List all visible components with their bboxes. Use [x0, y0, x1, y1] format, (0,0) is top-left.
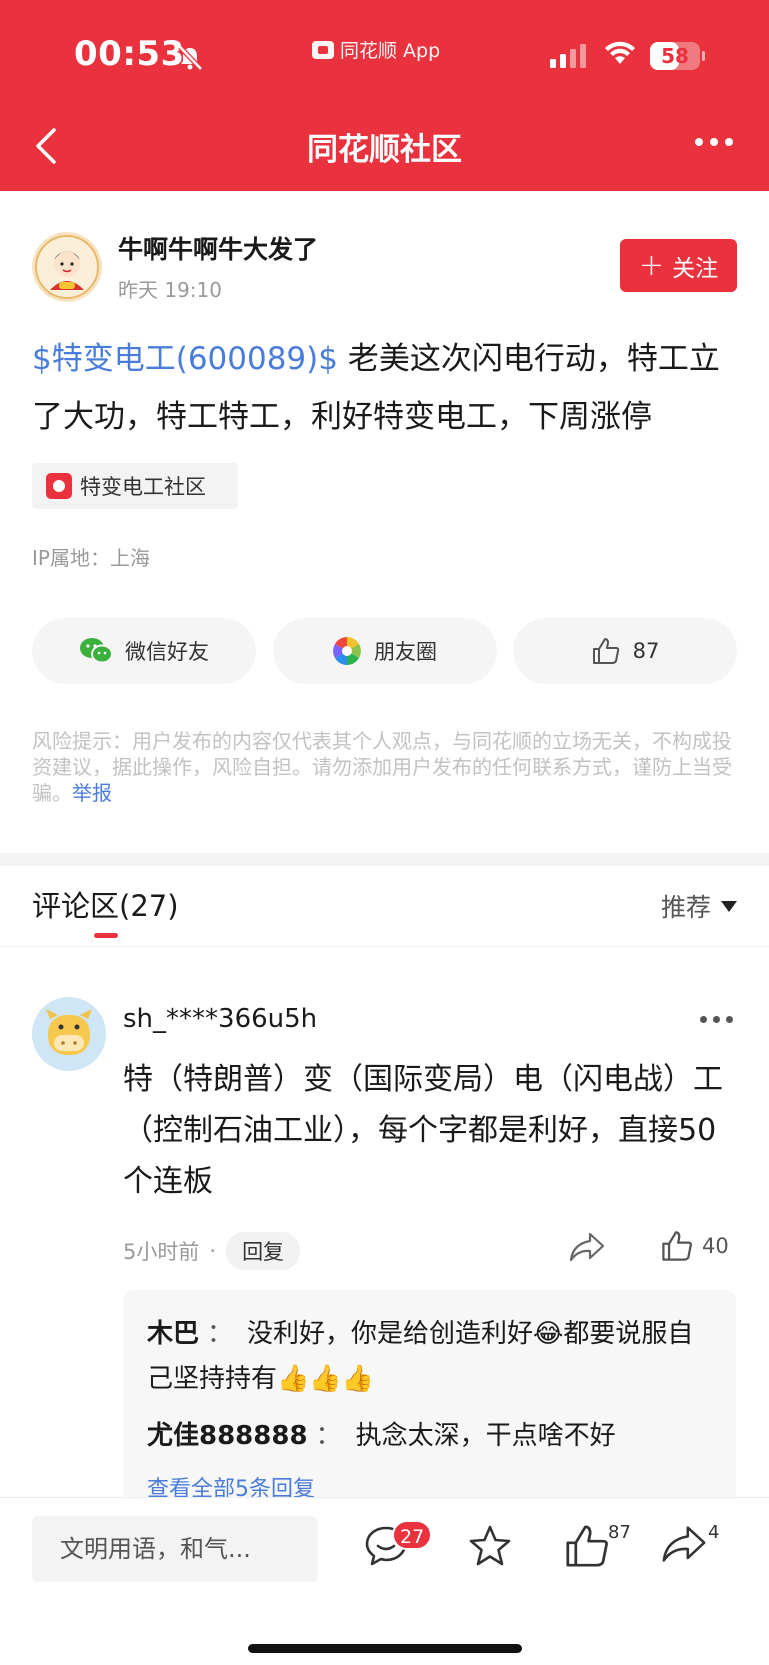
comment-like-count: 40: [702, 1234, 729, 1258]
meta-separator: ·: [209, 1239, 217, 1263]
section-divider: [0, 853, 769, 866]
share-moments-label: 朋友圈: [374, 640, 437, 664]
thumbs-up-icon: [592, 638, 619, 664]
app-indicator: 同花顺 App: [312, 36, 440, 63]
author-name[interactable]: 牛啊牛啊牛大发了: [118, 230, 318, 266]
app-header: 00:53 同花顺 App 58 同花顺社区: [0, 0, 769, 191]
comment-meta: 5小时前 · 回复: [123, 1232, 301, 1270]
reply-list: 木巴：没利好，你是给创造利好😂都要说服自己坚持持有👍👍👍 尤佳888888：执念…: [123, 1290, 736, 1530]
post-like-count: 87: [632, 639, 660, 663]
caret-down-icon: [721, 900, 737, 912]
reply-item[interactable]: 尤佳888888： 执念太深，干点啥不好: [147, 1414, 712, 1459]
like-count: 87: [608, 1522, 631, 1543]
reply-text: 执念太深，干点啥不好: [355, 1421, 616, 1451]
thumbs-up-icon: [662, 1231, 693, 1261]
wifi-icon: [605, 41, 635, 64]
divider: [0, 946, 769, 947]
tab-indicator: [94, 933, 118, 938]
reply-separator: ：: [315, 1421, 342, 1451]
comment-text: 特（特朗普）变（国际变局）电（闪电战）工（控制石油工业），每个字都是利好，直接5…: [123, 1062, 723, 1199]
reply-separator: ：: [207, 1319, 234, 1349]
bottom-action-bar: 文明用语，和气... 27 87 4: [0, 1497, 769, 1665]
community-icon: [46, 473, 72, 499]
reply-author[interactable]: 木巴: [147, 1319, 199, 1349]
share-moments-button[interactable]: 朋友圈: [272, 618, 497, 684]
follow-label: 关注: [672, 255, 719, 282]
reply-button[interactable]: 回复: [226, 1232, 301, 1270]
topic-label: 特变电工社区: [80, 475, 206, 499]
comments-title[interactable]: 评论区(27): [32, 883, 179, 925]
bell-slash-icon: [178, 45, 203, 71]
comment-more-icon[interactable]: [700, 1016, 733, 1023]
author-avatar[interactable]: [32, 232, 102, 302]
share-wechat-button[interactable]: 微信好友: [32, 618, 256, 684]
page: 00:53 同花顺 App 58 同花顺社区 牛啊牛啊牛大发了 昨天 19:10…: [0, 0, 769, 1665]
post-like-button[interactable]: 87: [513, 618, 737, 684]
post-body: $特变电工(600089)$ 老美这次闪电行动，特工立了大功，特工特工，利好特变…: [32, 330, 742, 446]
star-icon[interactable]: [466, 1522, 514, 1570]
comment-count-badge: 27: [392, 1520, 433, 1550]
status-time: 00:53: [74, 34, 185, 74]
reply-item[interactable]: 木巴：没利好，你是给创造利好😂都要说服自己坚持持有👍👍👍: [147, 1312, 712, 1402]
sort-dropdown[interactable]: 推荐: [661, 888, 737, 924]
reply-author[interactable]: 尤佳888888: [147, 1421, 308, 1451]
share-icon[interactable]: [660, 1522, 708, 1566]
sort-label: 推荐: [660, 893, 711, 922]
share-wechat-label: 微信好友: [125, 640, 209, 664]
share-row: 微信好友 朋友圈 87: [32, 618, 737, 684]
app-logo-icon: [312, 40, 334, 59]
moments-icon: [333, 637, 361, 665]
battery-percent: 58: [661, 44, 689, 68]
home-indicator: [248, 1644, 522, 1653]
signal-icon: [550, 44, 586, 68]
app-label: 同花顺 App: [340, 40, 441, 62]
thumbs-up-icon[interactable]: [563, 1522, 611, 1570]
stock-tag-link[interactable]: $特变电工(600089)$: [32, 341, 338, 377]
ip-location: IP属地：上海: [32, 546, 150, 570]
comment-input[interactable]: 文明用语，和气...: [32, 1516, 318, 1582]
commenter-name[interactable]: sh_****366u5h: [123, 1004, 317, 1034]
topic-chip[interactable]: 特变电工社区: [32, 463, 238, 509]
more-icon[interactable]: [695, 138, 733, 146]
share-count: 4: [708, 1522, 720, 1543]
follow-button[interactable]: + 关注: [620, 239, 737, 292]
page-title: 同花顺社区: [307, 132, 462, 168]
risk-text: 风险提示：用户发布的内容仅代表其个人观点，与同花顺的立场无关，不构成投资建议，据…: [32, 729, 732, 805]
comment-like-button[interactable]: 40: [660, 1229, 729, 1263]
share-icon[interactable]: [568, 1231, 606, 1263]
post-time: 昨天 19:10: [118, 278, 222, 302]
plus-icon: +: [638, 247, 665, 283]
report-link[interactable]: 举报: [72, 781, 112, 805]
wechat-icon: [80, 638, 113, 664]
comment-time: 5小时前: [123, 1240, 200, 1264]
commenter-avatar[interactable]: [32, 997, 106, 1071]
battery-icon: 58: [650, 42, 705, 70]
risk-notice: 风险提示：用户发布的内容仅代表其个人观点，与同花顺的立场无关，不构成投资建议，据…: [32, 728, 740, 806]
